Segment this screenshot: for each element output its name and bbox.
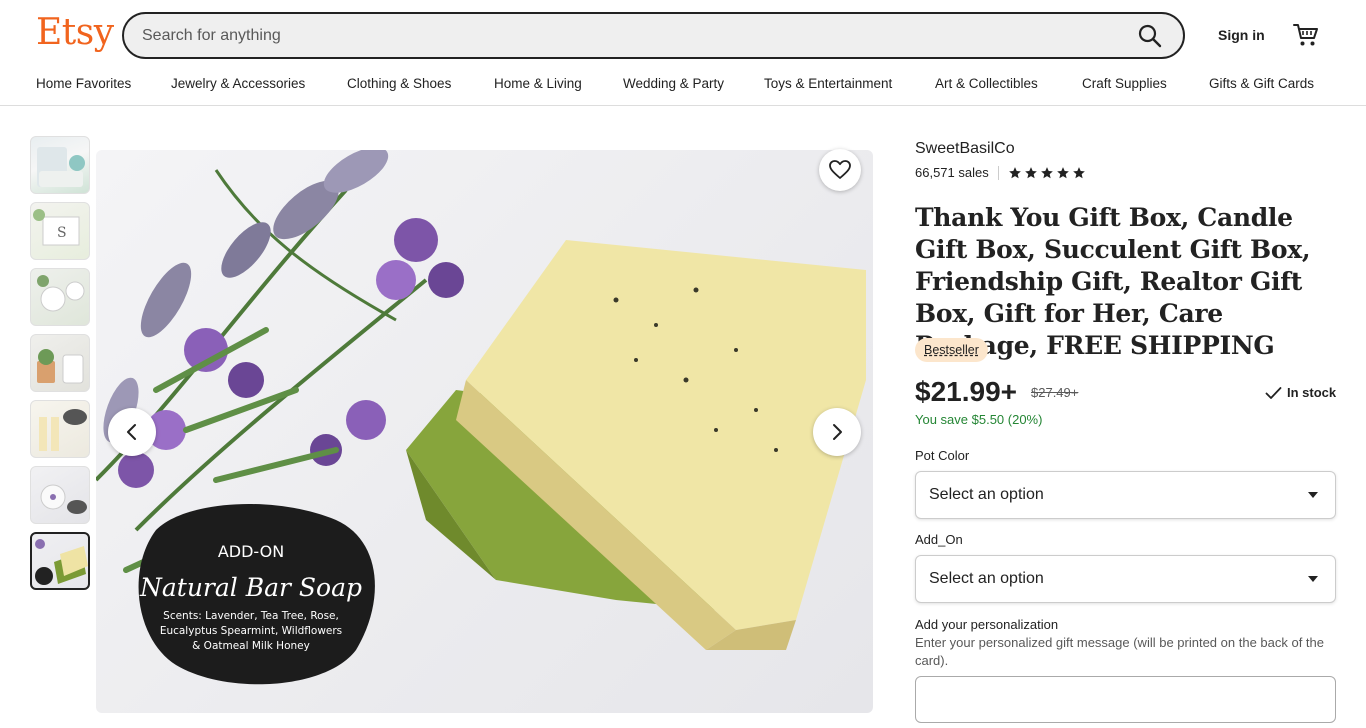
- favorite-button[interactable]: [819, 149, 861, 191]
- star-icon: [1008, 166, 1021, 178]
- badge-line2: Natural Bar Soap: [139, 573, 362, 602]
- thumbnail-2[interactable]: S: [30, 202, 90, 260]
- badge-scents-1: Scents: Lavender, Tea Tree, Rose,: [163, 610, 339, 622]
- sales-count: 66,571 sales: [915, 165, 989, 180]
- nav-art-collectibles[interactable]: Art & Collectibles: [935, 76, 1038, 91]
- nav-craft-supplies[interactable]: Craft Supplies: [1082, 76, 1167, 91]
- thumbnail-6[interactable]: [30, 466, 90, 524]
- nav-clothing-shoes[interactable]: Clothing & Shoes: [347, 76, 451, 91]
- nav-gifts-gift-cards[interactable]: Gifts & Gift Cards: [1209, 76, 1314, 91]
- stock-status: In stock: [1265, 385, 1336, 400]
- sign-in-link[interactable]: Sign in: [1218, 27, 1265, 43]
- star-rating[interactable]: [1008, 166, 1086, 180]
- current-price: $21.99+: [915, 376, 1017, 407]
- shop-stats: 66,571 sales: [915, 165, 1086, 180]
- badge-scents-3: & Oatmeal Milk Honey: [192, 640, 310, 652]
- badge-scents-2: Eucalyptus Spearmint, Wildflowers: [160, 625, 342, 637]
- divider: [997, 165, 999, 180]
- heart-icon: [829, 160, 851, 179]
- bestseller-badge[interactable]: Bestseller: [915, 338, 988, 362]
- original-price: $27.49+: [1031, 385, 1079, 400]
- pot-color-value: Select an option: [929, 486, 1044, 503]
- chevron-right-icon: [833, 424, 842, 440]
- badge-line1: ADD-ON: [218, 542, 284, 561]
- star-icon: [1056, 166, 1069, 178]
- nav-toys-entertainment[interactable]: Toys & Entertainment: [764, 76, 892, 91]
- add-on-value: Select an option: [929, 570, 1044, 587]
- shop-name-link[interactable]: SweetBasilCo: [915, 140, 1015, 158]
- etsy-logo[interactable]: Etsy: [36, 12, 114, 53]
- nav-jewelry-accessories[interactable]: Jewelry & Accessories: [171, 76, 305, 91]
- thumbnail-3[interactable]: [30, 268, 90, 326]
- listing-main-image: ADD-ON Natural Bar Soap Scents: Lavender…: [96, 150, 873, 713]
- caret-down-icon: [1308, 492, 1318, 498]
- search-icon[interactable]: [1137, 23, 1163, 49]
- personalization-textarea[interactable]: [915, 676, 1336, 723]
- search-input[interactable]: [142, 14, 1122, 57]
- nav-wedding-party[interactable]: Wedding & Party: [623, 76, 724, 91]
- chevron-left-icon: [127, 424, 136, 440]
- checkmark-icon: [1265, 386, 1282, 399]
- caret-down-icon: [1308, 576, 1318, 582]
- personalization-label: Add your personalization: [915, 617, 1059, 632]
- svg-text:S: S: [57, 225, 67, 241]
- next-image-button[interactable]: [813, 408, 861, 456]
- nav-home-living[interactable]: Home & Living: [494, 76, 582, 91]
- thumbnail-1[interactable]: [30, 136, 90, 194]
- thumbnail-7[interactable]: [30, 532, 90, 590]
- thumbnail-5[interactable]: [30, 400, 90, 458]
- pot-color-label: Pot Color: [915, 448, 970, 463]
- thumbnail-4[interactable]: [30, 334, 90, 392]
- search-bar[interactable]: [122, 12, 1185, 59]
- star-icon: [1072, 166, 1085, 178]
- site-header: Etsy Sign in Home Favorites Jewelry & Ac…: [0, 0, 1366, 106]
- personalization-hint: Enter your personalized gift message (wi…: [915, 635, 1325, 668]
- add-on-select[interactable]: Select an option: [915, 555, 1336, 603]
- star-icon: [1024, 166, 1037, 178]
- previous-image-button[interactable]: [108, 408, 156, 456]
- nav-home-favorites[interactable]: Home Favorites: [36, 76, 131, 91]
- pot-color-select[interactable]: Select an option: [915, 471, 1336, 519]
- cart-icon[interactable]: [1292, 22, 1320, 48]
- add-on-label: Add_On: [915, 532, 963, 547]
- stock-label: In stock: [1287, 385, 1337, 400]
- star-icon: [1040, 166, 1053, 178]
- category-nav: Home Favorites Jewelry & Accessories Clo…: [0, 76, 1366, 96]
- savings-text: You save $5.50 (20%): [915, 412, 1043, 427]
